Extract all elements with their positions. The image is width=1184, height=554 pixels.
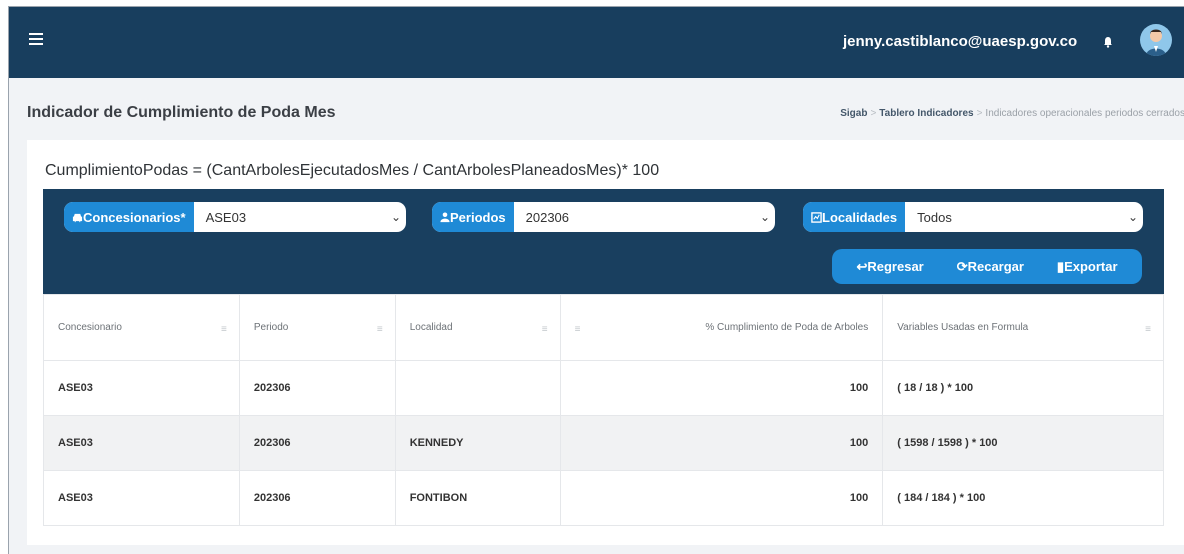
cell-variables: ( 18 / 18 ) * 100: [882, 360, 1164, 416]
table-header-row: Concesionario ≡ Periodo ≡ Localidad ≡ ≡% Cu…: [43, 294, 1164, 361]
menu-icon[interactable]: [29, 33, 43, 45]
breadcrumb-sigab[interactable]: Sigab: [840, 108, 867, 119]
chevron-down-icon: ⌄: [759, 210, 771, 224]
action-buttons: ↩Regresar ⟳Recargar ▮Exportar: [832, 249, 1142, 284]
header-periodo[interactable]: Periodo ≡: [238, 294, 396, 361]
cell-localidad: [394, 360, 561, 416]
user-icon: [440, 211, 450, 222]
cell-concesionario: ASE03: [43, 360, 240, 416]
concesionarios-value: ASE03: [205, 209, 247, 225]
concesionarios-select[interactable]: Concesionarios* ASE03 ⌄: [64, 202, 406, 232]
results-table: Concesionario ≡ Periodo ≡ Localidad ≡ ≡% Cu…: [43, 294, 1164, 526]
cell-cumplimiento: 100: [559, 470, 884, 526]
cell-variables: ( 1598 / 1598 ) * 100: [882, 415, 1164, 471]
periodos-label: Periodos: [432, 202, 514, 232]
breadcrumb-current: Indicadores operacionales periodos cerra…: [985, 108, 1184, 119]
regresar-button[interactable]: ↩Regresar: [856, 259, 923, 275]
page-title: Indicador de Cumplimiento de Poda Mes: [27, 104, 336, 121]
app-frame: jenny.castiblanco@uaesp.gov.co Indicador…: [8, 6, 1184, 554]
chevron-down-icon: ⌄: [390, 210, 402, 224]
cell-localidad: KENNEDY: [394, 415, 561, 471]
filter-icon[interactable]: ≡: [575, 324, 581, 335]
filter-icon[interactable]: ≡: [542, 324, 548, 335]
localidades-label: Localidades: [803, 202, 906, 232]
top-navbar: jenny.castiblanco@uaesp.gov.co: [9, 7, 1184, 78]
file-icon: ▮: [1056, 258, 1065, 274]
filter-icon[interactable]: ≡: [221, 324, 227, 335]
map-icon: [811, 211, 822, 223]
cell-periodo: 202306: [238, 415, 396, 471]
cell-variables: ( 184 / 184 ) * 100: [882, 470, 1164, 526]
localidades-select[interactable]: Localidades Todos ⌄: [803, 202, 1143, 232]
cell-cumplimiento: 100: [559, 360, 884, 416]
localidades-value: Todos: [917, 209, 952, 225]
table-row[interactable]: ASE03 202306 FONTIBON 100 ( 184 / 184 ) …: [43, 470, 1164, 526]
filter-icon[interactable]: ≡: [1145, 324, 1151, 335]
content-card: CumplimientoPodas = (CantArbolesEjecutad…: [27, 140, 1184, 545]
back-arrow-icon: ↩: [856, 258, 868, 274]
breadcrumb-tablero[interactable]: Tablero Indicadores: [879, 108, 973, 119]
page-header: Indicador de Cumplimiento de Poda Mes Si…: [9, 78, 1184, 140]
cell-cumplimiento: 100: [559, 415, 884, 471]
periodos-select[interactable]: Periodos 202306 ⌄: [432, 202, 775, 232]
cell-concesionario: ASE03: [43, 470, 240, 526]
filter-icon[interactable]: ≡: [377, 324, 383, 335]
exportar-button[interactable]: ▮Exportar: [1057, 259, 1118, 275]
recargar-button[interactable]: ⟳Recargar: [957, 259, 1024, 275]
cell-concesionario: ASE03: [43, 415, 240, 471]
filter-panel: Concesionarios* ASE03 ⌄ Periodos 202306 …: [43, 189, 1164, 294]
car-icon: [72, 213, 83, 222]
avatar[interactable]: [1140, 24, 1172, 56]
header-cumplimiento[interactable]: ≡% Cumplimiento de Poda de Arboles: [559, 294, 884, 361]
cell-periodo: 202306: [238, 470, 396, 526]
reload-icon: ⟳: [956, 258, 968, 274]
cell-localidad: FONTIBON: [394, 470, 561, 526]
user-email[interactable]: jenny.castiblanco@uaesp.gov.co: [843, 33, 1077, 50]
periodos-value: 202306: [525, 209, 570, 225]
header-concesionario[interactable]: Concesionario ≡: [43, 294, 240, 361]
table-row[interactable]: ASE03 202306 KENNEDY 100 ( 1598 / 1598 )…: [43, 415, 1164, 471]
header-localidad[interactable]: Localidad ≡: [394, 294, 561, 361]
formula-text: CumplimientoPodas = (CantArbolesEjecutad…: [45, 162, 660, 179]
chevron-down-icon: ⌄: [1127, 210, 1139, 224]
bell-icon[interactable]: [1102, 36, 1114, 48]
breadcrumb: Sigab > Tablero Indicadores > Indicadores op…: [840, 108, 1184, 119]
table-row[interactable]: ASE03 202306 100 ( 18 / 18 ) * 100: [43, 360, 1164, 416]
cell-periodo: 202306: [238, 360, 396, 416]
header-variables[interactable]: Variables Usadas en Formula ≡: [882, 294, 1164, 361]
concesionarios-label: Concesionarios*: [64, 202, 194, 232]
